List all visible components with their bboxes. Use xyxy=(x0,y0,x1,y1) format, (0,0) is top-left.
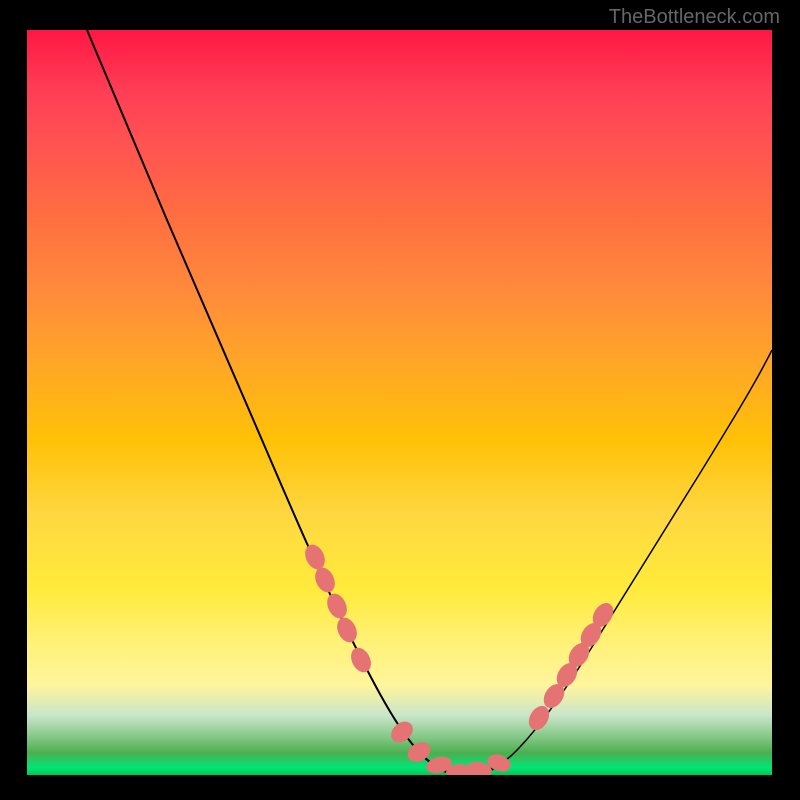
bottleneck-curve-right xyxy=(465,350,772,774)
marker-dot xyxy=(323,590,350,621)
marker-group-left xyxy=(301,541,375,675)
marker-dot xyxy=(311,564,338,595)
marker-dot xyxy=(387,717,417,746)
bottleneck-curve-left xyxy=(87,30,459,774)
chart-svg xyxy=(27,30,772,775)
marker-dot xyxy=(301,541,328,572)
marker-dot xyxy=(333,614,360,645)
marker-dot xyxy=(347,644,375,675)
watermark-text: TheBottleneck.com xyxy=(609,6,780,29)
marker-group-right xyxy=(525,599,618,734)
marker-group-bottom xyxy=(387,717,513,775)
